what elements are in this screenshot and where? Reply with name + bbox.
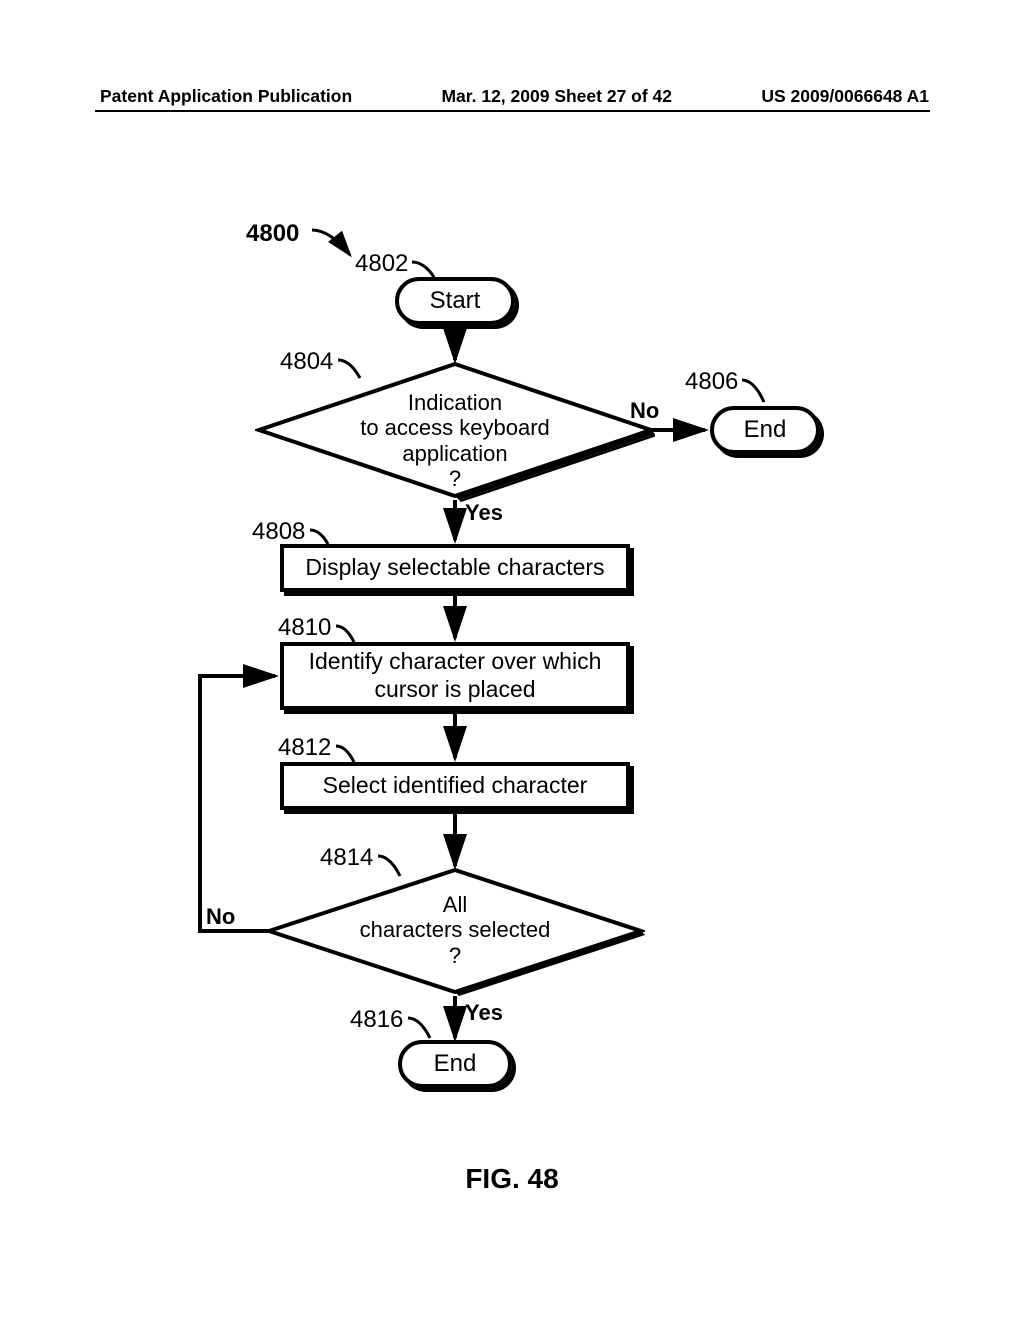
figure-caption: FIG. 48 <box>0 1163 1024 1195</box>
header-rule <box>95 110 930 112</box>
patent-header: Patent Application Publication Mar. 12, … <box>0 86 1024 107</box>
leader-4816 <box>0 210 1024 1150</box>
header-right: US 2009/0066648 A1 <box>761 86 929 107</box>
end-node-2: End <box>398 1040 512 1088</box>
end2-text: End <box>434 1050 477 1078</box>
header-center: Mar. 12, 2009 Sheet 27 of 42 <box>441 86 672 107</box>
flowchart-diagram: 4800 4802 Start 4804 Indicationto access… <box>0 210 1024 1150</box>
header-left: Patent Application Publication <box>100 86 352 107</box>
